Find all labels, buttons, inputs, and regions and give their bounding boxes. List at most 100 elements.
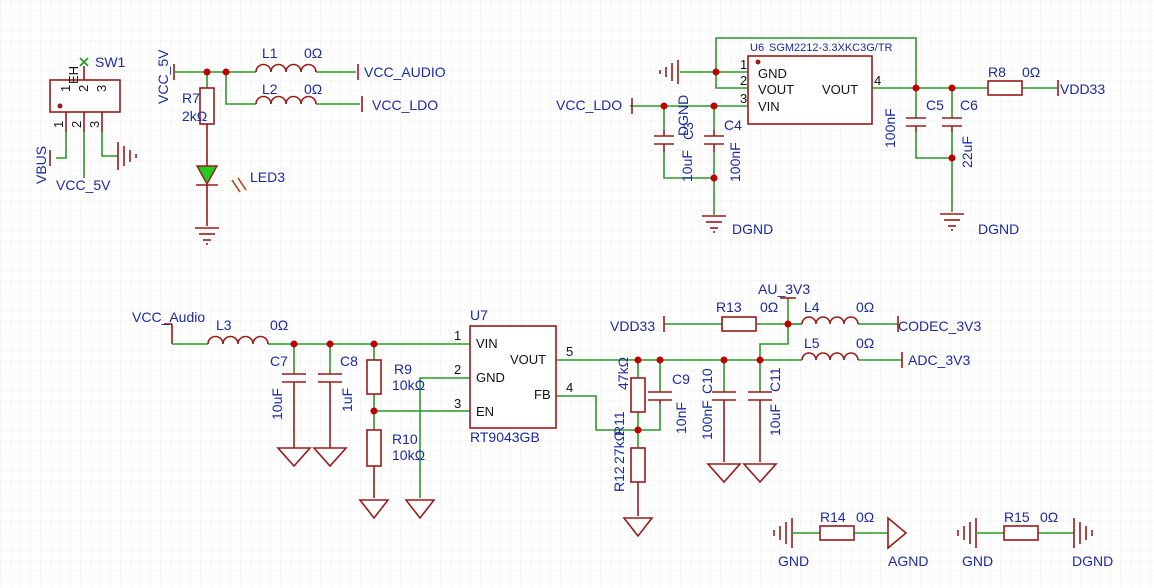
r9-value: 10kΩ [392, 377, 425, 393]
junction-dot [756, 356, 764, 364]
gnd-label-r15: GND [962, 553, 993, 569]
junction-dot [948, 84, 956, 92]
u6-ref: U6 [750, 42, 764, 54]
c8-ref: C8 [340, 353, 358, 369]
junction-dot [370, 340, 378, 348]
c4-ref: C4 [724, 117, 742, 133]
vcc-audio-port[interactable]: VCC_AUDIO [357, 64, 446, 80]
r8-value: 0Ω [1022, 64, 1040, 80]
r7-value: 2kΩ [182, 108, 207, 124]
sw1-pin-3-top: 3 [94, 85, 109, 92]
c10-ref: C10 [699, 368, 715, 394]
u7-pin-en: EN [476, 404, 494, 419]
u6-pin-4: 4 [874, 73, 881, 88]
c4-value: 100nF [727, 142, 743, 182]
r10-value: 10kΩ [392, 447, 425, 463]
junction-dot [222, 68, 230, 76]
junction-dot [710, 102, 718, 110]
r13-ref: R13 [716, 299, 742, 315]
r15-value: 0Ω [1040, 509, 1058, 525]
dgnd-label-c4: DGND [732, 221, 773, 237]
r12-ref: R12 [611, 466, 627, 492]
junction-dot [712, 68, 720, 76]
vbus-port[interactable]: VBUS [33, 146, 51, 184]
adc3v3-port[interactable]: ADC_3V3 [901, 352, 970, 368]
l3-ref: L3 [216, 317, 232, 333]
codec3v3-port[interactable]: CODEC_3V3 [897, 316, 981, 334]
c11-value: 10uF [767, 404, 783, 436]
u6-pin-1: 1 [740, 57, 747, 72]
u7-pin-vout: VOUT [510, 352, 546, 367]
r8-ref: R8 [988, 64, 1006, 80]
au3v3-port[interactable]: AU_3V3 [758, 281, 810, 299]
u7-ic[interactable]: U7 VIN GND EN VOUT FB 1 2 3 5 4 RT9043GB [454, 307, 573, 445]
agnd-label: AGND [888, 553, 928, 569]
junction-dot [370, 407, 378, 415]
l5-value: 0Ω [856, 335, 874, 351]
sw1-ref: SW1 [95, 54, 126, 70]
c8-value: 1uF [339, 388, 355, 412]
c5-value: 100nF [882, 108, 898, 148]
vcc-ldo-port-right[interactable]: VCC_LDO [556, 97, 633, 114]
l4-ref: L4 [804, 299, 820, 315]
junction-dot [326, 340, 334, 348]
vcc-ldo-port-left[interactable]: VCC_LDO [361, 96, 438, 113]
u6-part: SGM2212-3.3XKC3G/TR [769, 42, 893, 54]
r15-ref: R15 [1004, 509, 1030, 525]
vdd33-port-top[interactable]: VDD33 [1057, 80, 1105, 97]
vcc-ldo-label-right: VCC_LDO [556, 97, 622, 113]
u7-ref: U7 [470, 307, 488, 323]
u6-pin-vin: VIN [758, 99, 780, 114]
u7-pin-3: 3 [454, 396, 461, 411]
l1-ref: L1 [262, 45, 278, 61]
c3-value: 10uF [679, 150, 695, 182]
u7-pin-fb: FB [534, 387, 551, 402]
dgnd-label-c6: DGND [978, 221, 1019, 237]
u6-pin-3: 3 [740, 91, 747, 106]
r9-ref: R9 [394, 361, 412, 377]
codec3v3-label: CODEC_3V3 [898, 318, 981, 334]
c7-ref: C7 [270, 353, 288, 369]
r10-ref: R10 [392, 431, 418, 447]
c11-ref: C11 [767, 367, 783, 392]
dgnd-label-r15: DGND [1072, 553, 1113, 569]
junction-dot [720, 356, 728, 364]
l3-value: 0Ω [270, 317, 288, 333]
schematic-canvas[interactable]: SW1 EH 1 2 3 1 2 3 VBUS VCC_5V VCC_5V L1… [0, 0, 1154, 588]
r14-value: 0Ω [856, 509, 874, 525]
c6-value: 22uF [959, 136, 975, 168]
l5-ref: L5 [804, 335, 820, 351]
u6-pin-2: 2 [740, 73, 747, 88]
r13-value: 0Ω [760, 299, 778, 315]
junction-dot [634, 426, 642, 434]
dgnd-label-u6-pin1: DGND [675, 95, 691, 136]
c10-value: 100nF [699, 400, 715, 440]
u7-pin-1: 1 [454, 328, 461, 343]
vdd33-label-bottom: VDD33 [610, 318, 655, 334]
junction-dot [912, 84, 920, 92]
u7-pin-vin: VIN [476, 336, 498, 351]
r11-value: 47kΩ [615, 357, 631, 390]
l1-value: 0Ω [304, 45, 322, 61]
vcc5v-label-bottom: VCC_5V [56, 177, 111, 193]
vcc-audio2-label: VCC_Audio [132, 309, 205, 325]
junction-dot [290, 340, 298, 348]
sw1-pin-2-top: 2 [76, 85, 91, 92]
c6-ref: C6 [960, 97, 978, 113]
l2-value: 0Ω [304, 81, 322, 97]
sw1-pin-3: 3 [87, 121, 102, 128]
vcc-audio-label: VCC_AUDIO [364, 64, 446, 80]
junction-dot [948, 154, 956, 162]
junction-dot [784, 320, 792, 328]
l2-ref: L2 [262, 81, 278, 97]
junction-dot [634, 356, 642, 364]
junction-dot [710, 174, 718, 182]
u6-pin-vout-left: VOUT [758, 82, 794, 97]
u7-pin-gnd: GND [476, 370, 505, 385]
c7-value: 10uF [269, 388, 285, 420]
u6-pin-vout-right: VOUT [822, 82, 858, 97]
sw1-pin-2: 2 [69, 121, 84, 128]
u7-pin-4: 4 [566, 380, 573, 395]
junction-dot [203, 68, 211, 76]
r10-resistor[interactable]: R10 10kΩ [366, 429, 425, 467]
